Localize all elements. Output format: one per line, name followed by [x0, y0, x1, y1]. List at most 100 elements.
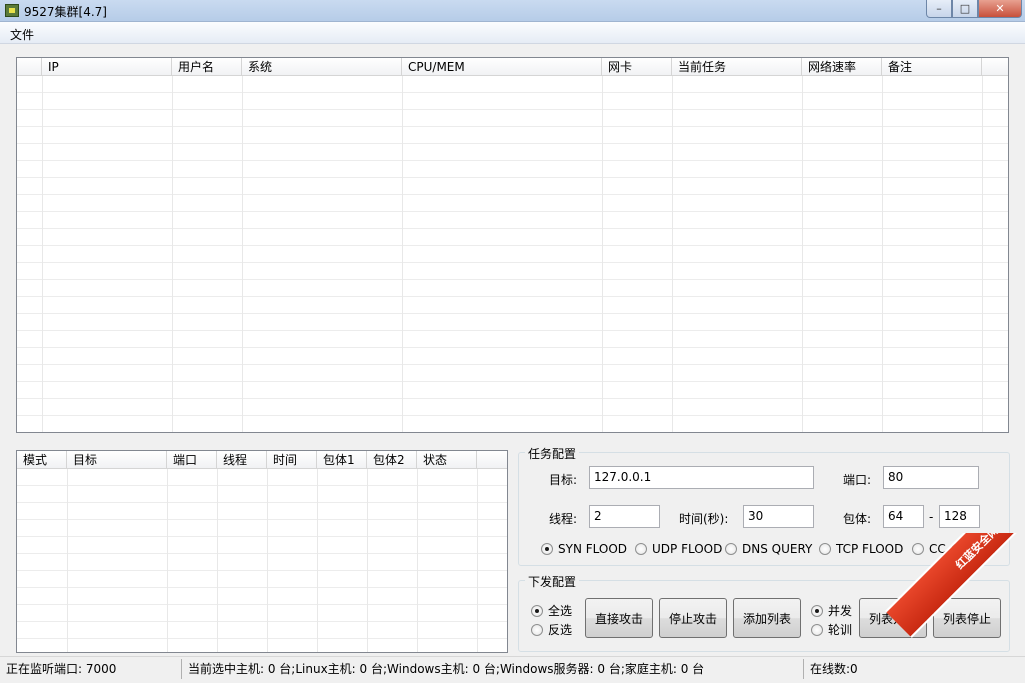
- invert-select-label: 反选: [548, 623, 573, 637]
- packet-max-input[interactable]: 128: [939, 505, 980, 528]
- tasks-col-status[interactable]: 状态: [417, 451, 477, 469]
- mode-cc-attack-label: CC ATTACK: [929, 542, 995, 556]
- invert-select-radio[interactable]: 反选: [531, 621, 572, 638]
- hosts-col-nic[interactable]: 网卡: [602, 58, 672, 76]
- mode-udp-flood-label: UDP FLOOD: [652, 542, 723, 556]
- radio-unchecked-icon: [819, 543, 831, 555]
- menu-bar: 文件: [0, 22, 1025, 44]
- port-label: 端口:: [843, 473, 872, 487]
- tasks-col-mode[interactable]: 模式: [17, 451, 67, 469]
- tasks-grid-line: [477, 469, 478, 652]
- list-start-button[interactable]: 列表开始: [859, 598, 927, 638]
- status-listening-port: 正在监听端口: 7000: [2, 659, 182, 679]
- select-all-radio[interactable]: 全选: [531, 602, 572, 619]
- tasks-grid-line: [367, 469, 368, 652]
- app-icon: [5, 4, 19, 17]
- radio-unchecked-icon: [725, 543, 737, 555]
- hosts-grid-line: [882, 76, 883, 432]
- close-button[interactable]: ✕: [978, 0, 1022, 18]
- list-stop-button[interactable]: 列表停止: [933, 598, 1001, 638]
- target-input[interactable]: 127.0.0.1: [589, 466, 814, 489]
- tasks-col-threads[interactable]: 线程: [217, 451, 267, 469]
- tasks-col-port[interactable]: 端口: [167, 451, 217, 469]
- round-robin-radio[interactable]: 轮训: [811, 621, 852, 638]
- radio-checked-icon: [531, 604, 543, 617]
- task-config-title: 任务配置: [525, 445, 580, 462]
- radio-unchecked-icon: [811, 623, 823, 636]
- hosts-col-cpu-mem[interactable]: CPU/MEM: [402, 58, 602, 76]
- hosts-grid-line: [42, 76, 43, 432]
- port-input[interactable]: 80: [883, 466, 979, 489]
- packet-label: 包体:: [843, 512, 872, 526]
- mode-dns-query-label: DNS QUERY: [742, 542, 813, 556]
- maximize-button[interactable]: □: [952, 0, 978, 18]
- hosts-col-note[interactable]: 备注: [882, 58, 982, 76]
- stop-attack-button[interactable]: 停止攻击: [659, 598, 727, 638]
- threads-label: 线程:: [549, 512, 578, 526]
- hosts-table-rows: [17, 76, 1008, 432]
- hosts-col-net-speed[interactable]: 网络速率: [802, 58, 882, 76]
- mode-syn-flood-label: SYN FLOOD: [558, 542, 628, 556]
- tasks-table[interactable]: 模式 目标 端口 线程 时间 包体1 包体2 状态: [16, 450, 508, 653]
- tasks-grid-line: [417, 469, 418, 652]
- radio-unchecked-icon: [635, 543, 647, 555]
- menu-file[interactable]: 文件: [10, 26, 34, 43]
- hosts-grid-line: [402, 76, 403, 432]
- window-title: 9527集群[4.7]: [24, 5, 107, 19]
- window-controls: – □ ✕: [926, 0, 1022, 18]
- time-input[interactable]: 30: [743, 505, 814, 528]
- tasks-grid-line: [317, 469, 318, 652]
- hosts-table[interactable]: IP 用户名 系统 CPU/MEM 网卡 当前任务 网络速率 备注: [16, 57, 1009, 433]
- add-list-button[interactable]: 添加列表: [733, 598, 801, 638]
- dispatch-config-group: 下发配置 全选 反选 直接攻击 停止攻击 添加列表 并发 轮训 列表开始 列表停…: [518, 573, 1010, 652]
- hosts-grid-line: [172, 76, 173, 432]
- hosts-grid-line: [672, 76, 673, 432]
- tasks-col-time[interactable]: 时间: [267, 451, 317, 469]
- hosts-col-ip[interactable]: IP: [42, 58, 172, 76]
- task-config-group: 任务配置 目标: 127.0.0.1 端口: 80 线程: 2 时间(秒): 3…: [518, 445, 1010, 566]
- status-hosts-summary: 当前选中主机: 0 台;Linux主机: 0 台;Windows主机: 0 台;…: [184, 659, 804, 679]
- time-label: 时间(秒):: [679, 512, 729, 526]
- round-robin-label: 轮训: [828, 623, 853, 637]
- mode-dns-query-radio[interactable]: DNS QUERY: [725, 542, 812, 556]
- title-bar[interactable]: 9527集群[4.7] – □ ✕: [0, 0, 1025, 22]
- select-all-label: 全选: [548, 604, 573, 618]
- hosts-col-blank[interactable]: [17, 58, 42, 76]
- radio-checked-icon: [811, 604, 823, 617]
- packet-min-input[interactable]: 64: [883, 505, 924, 528]
- status-online-count: 在线数:0: [810, 662, 858, 676]
- mode-cc-attack-radio[interactable]: CC ATTACK: [912, 542, 995, 556]
- concurrent-radio[interactable]: 并发: [811, 602, 852, 619]
- target-label: 目标:: [549, 473, 578, 487]
- tasks-grid-line: [67, 469, 68, 652]
- radio-unchecked-icon: [531, 623, 543, 636]
- hosts-col-system[interactable]: 系统: [242, 58, 402, 76]
- hosts-grid-line: [602, 76, 603, 432]
- hosts-grid-line: [242, 76, 243, 432]
- hosts-grid-line: [982, 76, 983, 432]
- threads-input[interactable]: 2: [589, 505, 660, 528]
- radio-checked-icon: [541, 543, 553, 555]
- tasks-table-rows: [17, 469, 507, 652]
- mode-tcp-flood-label: TCP FLOOD: [836, 542, 904, 556]
- mode-tcp-flood-radio[interactable]: TCP FLOOD: [819, 542, 903, 556]
- direct-attack-button[interactable]: 直接攻击: [585, 598, 653, 638]
- hosts-table-header: IP 用户名 系统 CPU/MEM 网卡 当前任务 网络速率 备注: [17, 58, 1008, 76]
- mode-udp-flood-radio[interactable]: UDP FLOOD: [635, 542, 722, 556]
- mode-syn-flood-radio[interactable]: SYN FLOOD: [541, 542, 627, 556]
- tasks-col-packet1[interactable]: 包体1: [317, 451, 367, 469]
- hosts-col-current-task[interactable]: 当前任务: [672, 58, 802, 76]
- tasks-col-packet2[interactable]: 包体2: [367, 451, 417, 469]
- tasks-grid-line: [217, 469, 218, 652]
- tasks-table-header: 模式 目标 端口 线程 时间 包体1 包体2 状态: [17, 451, 507, 469]
- radio-unchecked-icon: [912, 543, 924, 555]
- tasks-grid-line: [167, 469, 168, 652]
- concurrent-label: 并发: [828, 604, 853, 618]
- dispatch-config-title: 下发配置: [525, 573, 580, 590]
- packet-range-separator: -: [929, 510, 934, 524]
- hosts-col-username[interactable]: 用户名: [172, 58, 242, 76]
- status-bar: 正在监听端口: 7000 当前选中主机: 0 台;Linux主机: 0 台;Wi…: [0, 656, 1025, 683]
- hosts-grid-line: [802, 76, 803, 432]
- minimize-button[interactable]: –: [926, 0, 952, 18]
- tasks-col-target[interactable]: 目标: [67, 451, 167, 469]
